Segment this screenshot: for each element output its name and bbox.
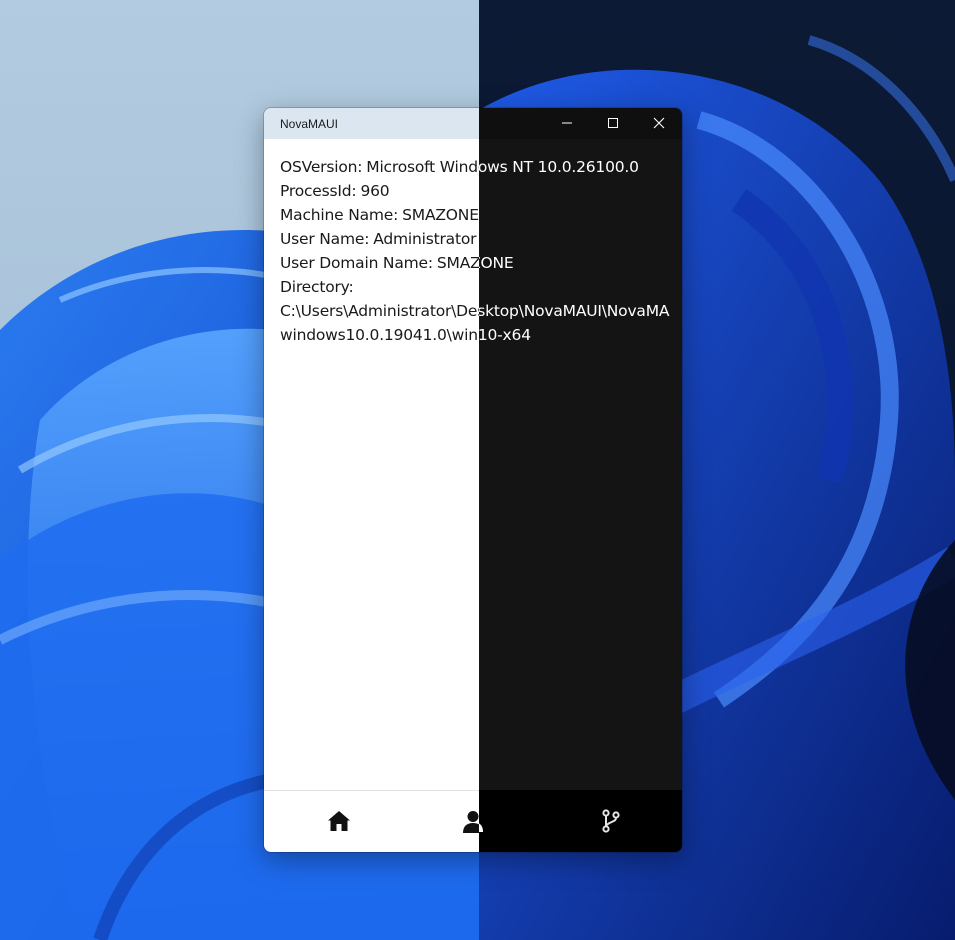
- info-row-directory: Directory:: [280, 275, 479, 299]
- directory-path-line-2: windows10.0.19041.0\win10-x64: [479, 326, 531, 344]
- minimize-icon: [562, 122, 572, 124]
- close-button[interactable]: [636, 108, 682, 139]
- info-row-user-name: User Name:Administrator: [479, 227, 670, 251]
- maximize-icon: [608, 118, 618, 128]
- home-icon: [328, 811, 350, 831]
- info-row-processid: ProcessId:960: [479, 179, 670, 203]
- tab-home[interactable]: [264, 791, 403, 852]
- tab-user[interactable]: [479, 790, 542, 852]
- info-row-directory: Directory:: [479, 275, 670, 299]
- bottom-tab-bar: [479, 790, 682, 852]
- info-value: SMAZONE: [479, 254, 514, 272]
- info-row-machine-name: Machine Name:SMAZONE: [280, 203, 479, 227]
- directory-path-line-1: C:\Users\Administrator\Desktop\NovaMAUI\…: [280, 302, 479, 320]
- tab-git-branch[interactable]: [542, 790, 681, 852]
- system-info: OSVersion:Microsoft Windows NT 10.0.2610…: [280, 155, 479, 347]
- content-area: OSVersion:Microsoft Windows NT 10.0.2610…: [479, 139, 682, 790]
- info-value: Microsoft Windows NT 10.0.26100.0: [366, 158, 479, 176]
- directory-path-line-2: windows10.0.19041.0\win10-x64: [280, 326, 479, 344]
- info-separator: :: [351, 182, 357, 200]
- git-branch-icon: [602, 809, 620, 833]
- directory-path-line-1: C:\Users\Administrator\Desktop\NovaMAUI\…: [479, 302, 670, 320]
- info-value: Administrator: [373, 230, 477, 248]
- info-row-user-domain-name: User Domain Name:SMAZONE: [280, 251, 479, 275]
- info-value: SMAZONE: [402, 206, 479, 224]
- window-title: NovaMAUI: [280, 117, 339, 131]
- info-label: ProcessId: [280, 182, 352, 200]
- info-separator: :: [357, 158, 363, 176]
- info-label: User Domain Name: [280, 254, 428, 272]
- info-separator: :: [427, 254, 433, 272]
- info-row-processid: ProcessId:960: [280, 179, 479, 203]
- info-separator: :: [393, 206, 399, 224]
- user-icon: [463, 811, 479, 833]
- info-separator: :: [364, 230, 370, 248]
- info-label: User Name: [280, 230, 365, 248]
- info-row-osversion: OSVersion:Microsoft Windows NT 10.0.2610…: [280, 155, 479, 179]
- minimize-button[interactable]: [544, 108, 590, 139]
- info-label: OSVersion: [280, 158, 358, 176]
- tab-user[interactable]: [403, 791, 479, 852]
- window-light-half: NovaMAUI OSVersion:Microsoft Windows NT …: [264, 108, 479, 852]
- user-icon: [479, 823, 483, 832]
- content-area: OSVersion:Microsoft Windows NT 10.0.2610…: [264, 139, 479, 790]
- app-window: NovaMAUI OSVersion:Microsoft Windows NT …: [264, 108, 682, 852]
- maximize-button[interactable]: [590, 108, 636, 139]
- info-value: Microsoft Windows NT 10.0.26100.0: [479, 158, 639, 176]
- title-bar[interactable]: NovaMAUI: [479, 108, 682, 139]
- info-value: SMAZONE: [436, 254, 479, 272]
- window-dark-half: NovaMAUI OSVersion:Microsoft Windows NT …: [479, 108, 682, 852]
- bottom-tab-bar: [264, 790, 479, 852]
- info-row-user-name: User Name:Administrator: [280, 227, 479, 251]
- info-row-osversion: OSVersion:Microsoft Windows NT 10.0.2610…: [479, 155, 670, 179]
- system-info: OSVersion:Microsoft Windows NT 10.0.2610…: [479, 155, 670, 347]
- info-value: 960: [360, 182, 390, 200]
- close-icon: [653, 117, 665, 129]
- info-label: Machine Name: [280, 206, 394, 224]
- info-row-user-domain-name: User Domain Name:SMAZONE: [479, 251, 670, 275]
- title-bar[interactable]: NovaMAUI: [264, 108, 479, 139]
- info-label: Directory: [280, 278, 349, 296]
- info-separator: :: [348, 278, 354, 296]
- info-row-machine-name: Machine Name:SMAZONE: [479, 203, 670, 227]
